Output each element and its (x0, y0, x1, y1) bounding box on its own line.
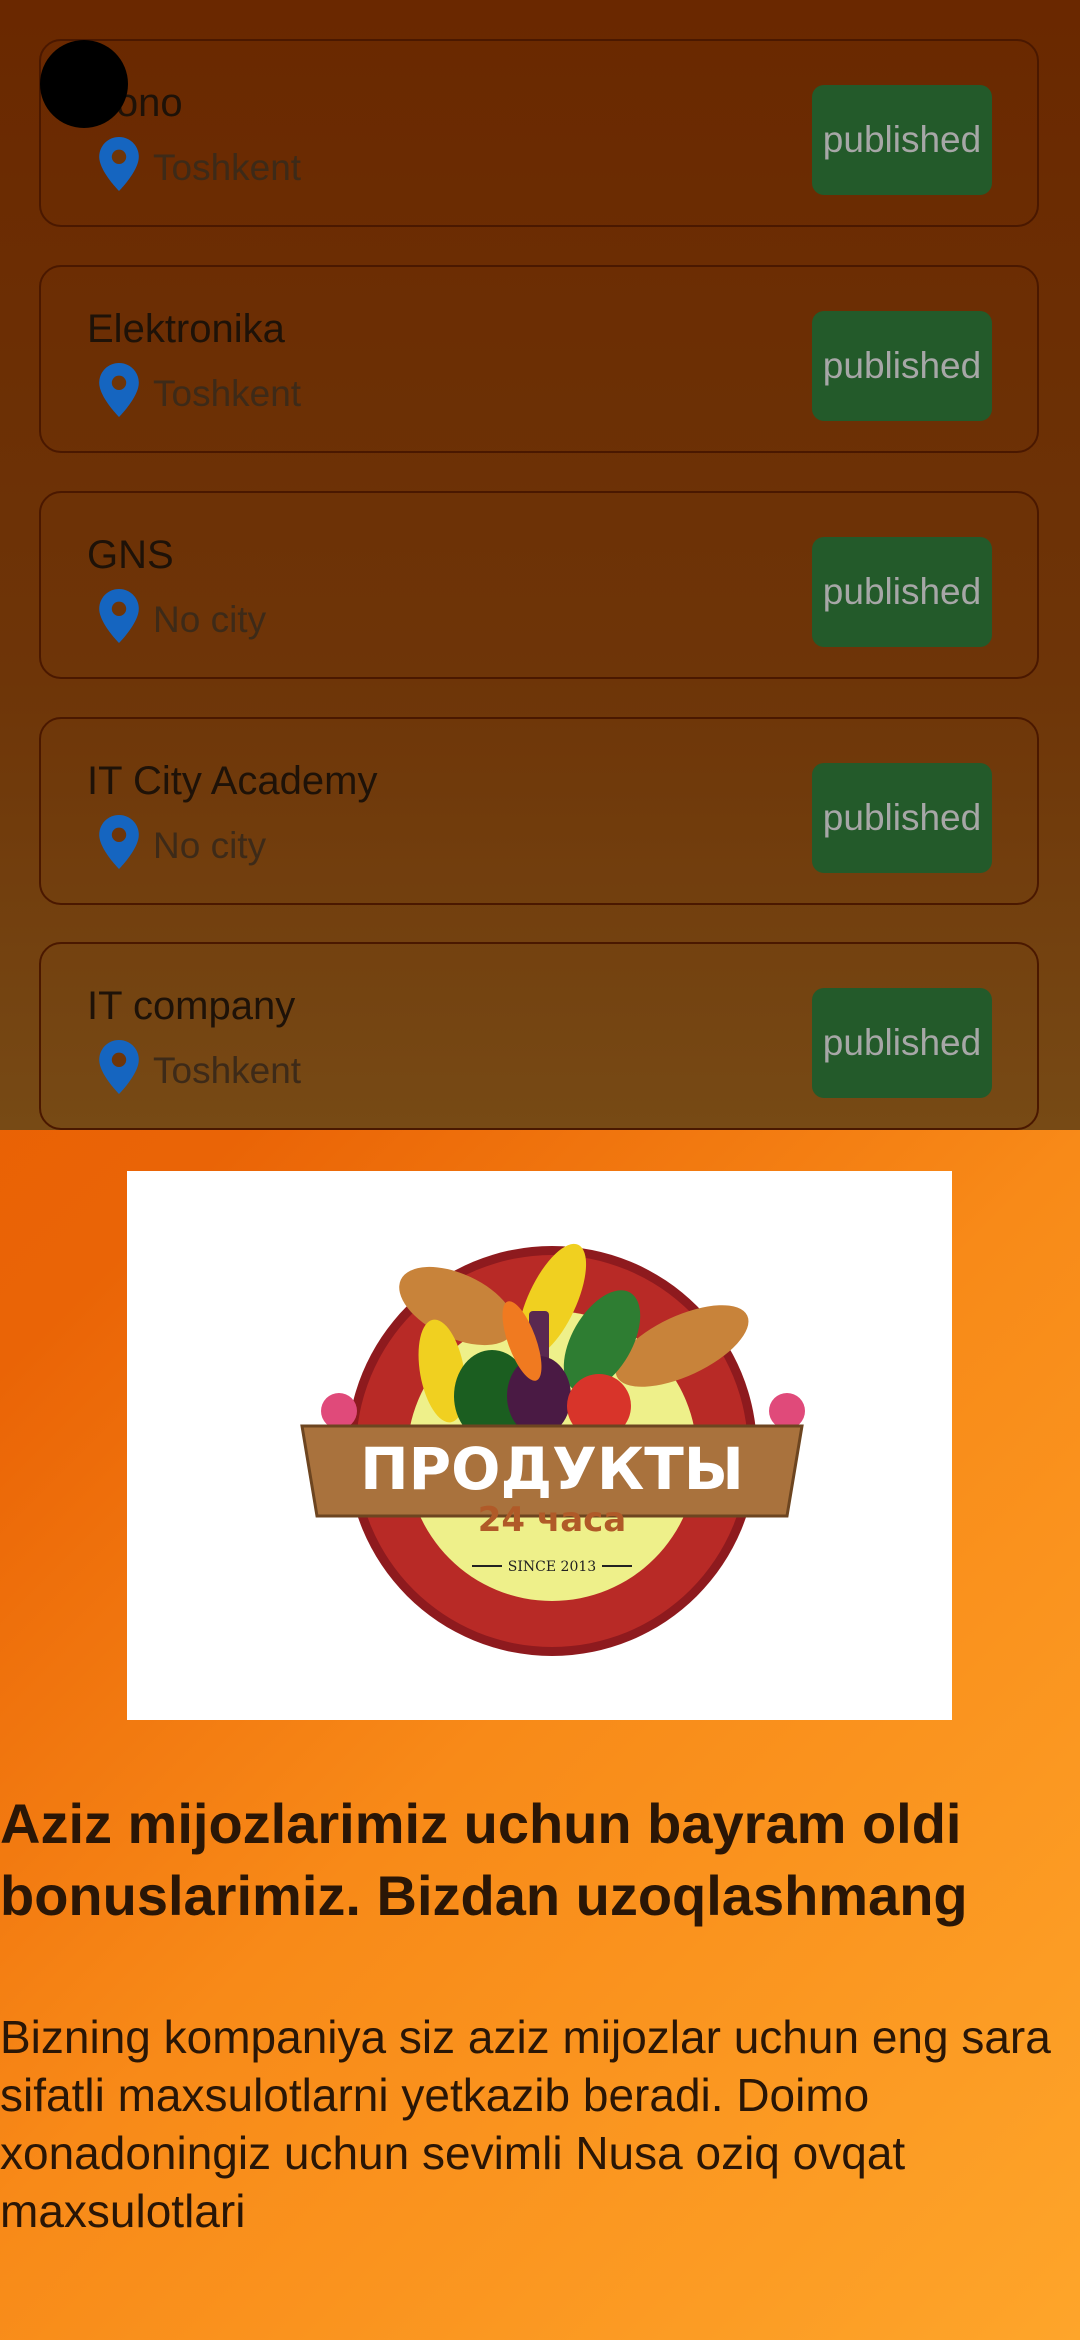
map-pin-icon (99, 137, 139, 191)
company-city: No city (153, 599, 267, 640)
products-logo: ПРОДУКТЫ 24 часа SINCE 2013 (300, 1243, 805, 1656)
status-badge: published (812, 537, 992, 647)
company-title: GNS (87, 533, 174, 577)
companies-list: Nono Toshkent published Elektronika Tosh… (0, 0, 1080, 1130)
list-item-company[interactable]: Elektronika Toshkent published (39, 265, 1039, 453)
company-title: IT company (87, 984, 296, 1028)
company-city: Toshkent (153, 1050, 302, 1091)
status-badge: published (812, 311, 992, 421)
promo-description: Bizning kompaniya siz aziz mijozlar uchu… (0, 2011, 1051, 2237)
map-pin-icon (99, 815, 139, 869)
status-badge: published (812, 763, 992, 873)
map-pin-icon (99, 363, 139, 417)
list-item-company[interactable]: GNS No city published (39, 491, 1039, 679)
company-city: Toshkent (153, 373, 302, 414)
list-item-company[interactable]: IT company Toshkent published (39, 942, 1039, 1130)
company-city: No city (153, 825, 267, 866)
avatar[interactable] (40, 40, 128, 128)
logo-since-text: SINCE 2013 (508, 1559, 596, 1575)
status-badge: published (812, 988, 992, 1098)
list-item-company[interactable]: Nono Toshkent published (39, 39, 1039, 227)
status-badge: published (812, 85, 992, 195)
company-city: Toshkent (153, 147, 302, 188)
list-item-company[interactable]: IT City Academy No city published (39, 717, 1039, 905)
map-pin-icon (99, 589, 139, 643)
promo-headline: Aziz mijozlarimiz uchun bayram oldi bonu… (0, 1792, 968, 1927)
logo-subtitle-text: 24 часа (478, 1500, 627, 1540)
logo-title-text: ПРОДУКТЫ (360, 1435, 744, 1503)
company-title: IT City Academy (87, 759, 378, 803)
company-title: Elektronika (87, 307, 285, 351)
map-pin-icon (99, 1040, 139, 1094)
promo-logo-image: ПРОДУКТЫ 24 часа SINCE 2013 (127, 1171, 952, 1720)
